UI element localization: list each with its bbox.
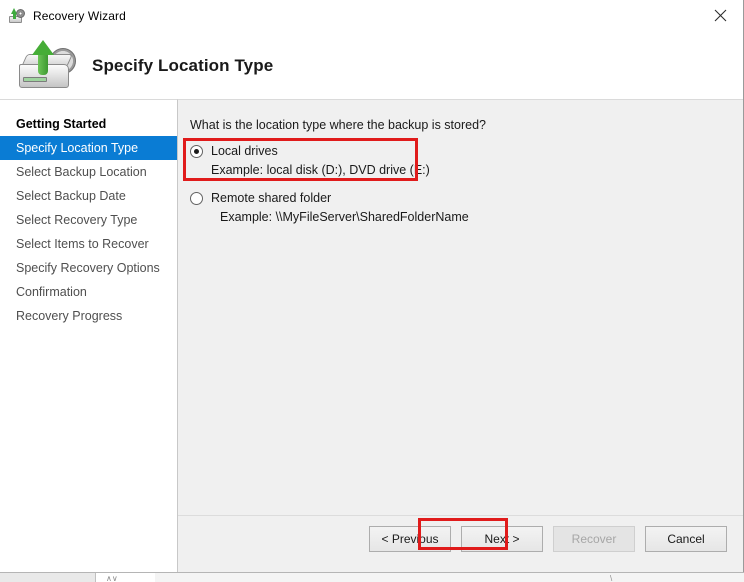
sidebar-item-select-backup-date[interactable]: Select Backup Date [0,184,177,208]
radio-remote-shared-folder-example: Example: \\MyFileServer\SharedFolderName [220,210,469,224]
page-title: Specify Location Type [92,55,274,75]
cancel-button[interactable]: Cancel [645,526,727,552]
title-bar: Recovery Wizard [0,0,743,32]
recovery-disk-icon [9,8,25,24]
location-type-question: What is the location type where the back… [190,118,486,132]
radio-remote-shared-folder-label: Remote shared folder [211,191,332,205]
wizard-content-panel: What is the location type where the back… [178,99,743,581]
wizard-header: Specify Location Type [0,32,743,99]
sidebar-item-specify-location-type[interactable]: Specify Location Type [0,136,177,160]
bottom-edge-artifact: ∧∨ \ [0,572,744,582]
radio-remote-shared-folder[interactable] [190,191,203,205]
recovery-drive-icon [16,39,78,92]
next-button[interactable]: Next > [461,526,543,552]
sidebar-item-select-items-to-recover[interactable]: Select Items to Recover [0,232,177,256]
recover-button: Recover [553,526,635,552]
radio-local-drives-example: Example: local disk (D:), DVD drive (E:) [211,163,430,177]
wizard-steps-sidebar: Getting Started Specify Location Type Se… [0,99,178,581]
sidebar-item-select-recovery-type[interactable]: Select Recovery Type [0,208,177,232]
sidebar-item-getting-started[interactable]: Getting Started [0,112,177,136]
sidebar-item-specify-recovery-options[interactable]: Specify Recovery Options [0,256,177,280]
close-icon[interactable] [697,0,743,31]
sidebar-item-recovery-progress[interactable]: Recovery Progress [0,304,177,328]
sidebar-item-confirmation[interactable]: Confirmation [0,280,177,304]
sidebar-item-select-backup-location[interactable]: Select Backup Location [0,160,177,184]
radio-local-drives[interactable] [190,144,203,158]
wizard-body: Getting Started Specify Location Type Se… [0,99,743,581]
footer-divider [178,515,743,516]
radio-option-local-drives[interactable]: Local drives Example: local disk (D:), D… [190,144,430,177]
radio-local-drives-label: Local drives [211,144,278,158]
radio-option-remote-shared-folder[interactable]: Remote shared folder Example: \\MyFileSe… [190,191,469,224]
previous-button[interactable]: < Previous [369,526,451,552]
wizard-button-bar: < Previous Next > Recover Cancel [178,519,743,559]
recovery-wizard-window: Recovery Wizard Specify Location Type Ge… [0,0,744,582]
window-title: Recovery Wizard [33,9,126,23]
